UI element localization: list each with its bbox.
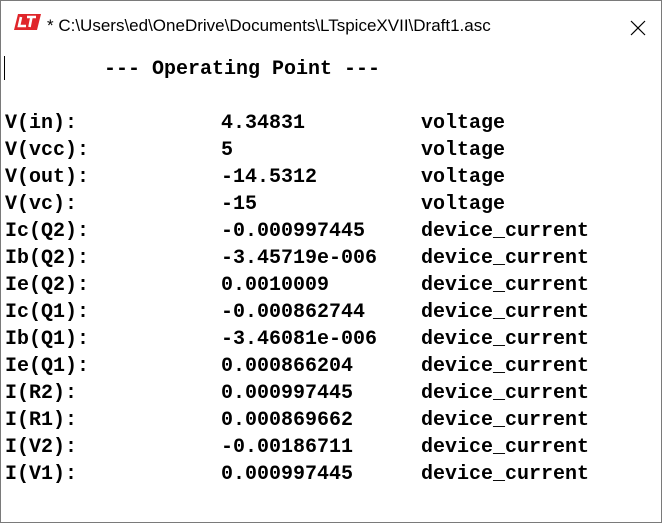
row-name: V(in):: [5, 112, 78, 135]
list-item: Ic(Q2): -0.000997445 device_current: [5, 218, 655, 245]
title-bar[interactable]: * C:\Users\ed\OneDrive\Documents\LTspice…: [1, 1, 661, 55]
row-name: Ib(Q1):: [5, 328, 90, 351]
row-name: I(R2):: [5, 382, 78, 405]
list-item: Ie(Q2): 0.0010009 device_current: [5, 272, 655, 299]
row-type: device_current: [421, 436, 590, 459]
results-list: V(in): 4.34831 voltage V(vcc): 5 voltage V(out…: [5, 110, 655, 488]
row-type: voltage: [421, 139, 506, 162]
row-type: device_current: [421, 247, 590, 270]
operating-point-output[interactable]: --- Operating Point --- V(in): 4.34831 vol…: [1, 56, 661, 522]
row-value: 0.0010009: [221, 274, 330, 297]
row-value: -14.5312: [221, 166, 318, 189]
list-item: I(R2): 0.000997445 device_current: [5, 380, 655, 407]
row-name: V(vc):: [5, 193, 78, 216]
row-type: device_current: [421, 355, 590, 378]
window-title: * C:\Users\ed\OneDrive\Documents\LTspice…: [47, 16, 491, 35]
row-name: V(out):: [5, 166, 90, 189]
row-name: I(V2):: [5, 436, 78, 459]
list-item: V(vcc): 5 voltage: [5, 137, 655, 164]
row-value: -0.000862744: [221, 301, 366, 324]
list-item: I(V2): -0.00186711 device_current: [5, 434, 655, 461]
list-item: I(R1): 0.000869662 device_current: [5, 407, 655, 434]
row-type: device_current: [421, 328, 590, 351]
close-button[interactable]: [615, 1, 661, 55]
row-type: device_current: [421, 463, 590, 486]
row-value: -0.000997445: [221, 220, 366, 243]
row-value: 4.34831: [221, 112, 306, 135]
row-type: device_current: [421, 301, 590, 324]
row-name: Ib(Q2):: [5, 247, 90, 270]
row-value: 0.000869662: [221, 409, 354, 432]
row-name: Ie(Q1):: [5, 355, 90, 378]
row-value: 0.000866204: [221, 355, 354, 378]
row-type: device_current: [421, 382, 590, 405]
list-item: V(out): -14.5312 voltage: [5, 164, 655, 191]
close-icon: [630, 20, 646, 36]
text-caret: [4, 56, 5, 80]
list-item: Ib(Q1): -3.46081e-006 device_current: [5, 326, 655, 353]
row-name: I(R1):: [5, 409, 78, 432]
row-type: device_current: [421, 274, 590, 297]
row-name: Ic(Q1):: [5, 301, 90, 324]
row-name: V(vcc):: [5, 139, 90, 162]
list-item: Ie(Q1): 0.000866204 device_current: [5, 353, 655, 380]
ltspice-logo-icon[interactable]: [14, 11, 42, 33]
row-value: 0.000997445: [221, 463, 354, 486]
list-item: Ib(Q2): -3.45719e-006 device_current: [5, 245, 655, 272]
row-type: voltage: [421, 193, 506, 216]
row-value: -3.46081e-006: [221, 328, 378, 351]
row-type: device_current: [421, 409, 590, 432]
list-item: Ic(Q1): -0.000862744 device_current: [5, 299, 655, 326]
row-value: -0.00186711: [221, 436, 354, 459]
row-name: Ic(Q2):: [5, 220, 90, 243]
list-item: V(in): 4.34831 voltage: [5, 110, 655, 137]
row-value: 0.000997445: [221, 382, 354, 405]
row-name: Ie(Q2):: [5, 274, 90, 297]
page-title: --- Operating Point ---: [104, 58, 381, 81]
list-item: I(V1): 0.000997445 device_current: [5, 461, 655, 488]
row-value: -3.45719e-006: [221, 247, 378, 270]
row-type: voltage: [421, 166, 506, 189]
row-type: device_current: [421, 220, 590, 243]
row-value: -15: [221, 193, 258, 216]
row-value: 5: [221, 139, 234, 162]
list-item: V(vc): -15 voltage: [5, 191, 655, 218]
row-name: I(V1):: [5, 463, 78, 486]
ltspice-window: * C:\Users\ed\OneDrive\Documents\LTspice…: [0, 0, 662, 523]
row-type: voltage: [421, 112, 506, 135]
